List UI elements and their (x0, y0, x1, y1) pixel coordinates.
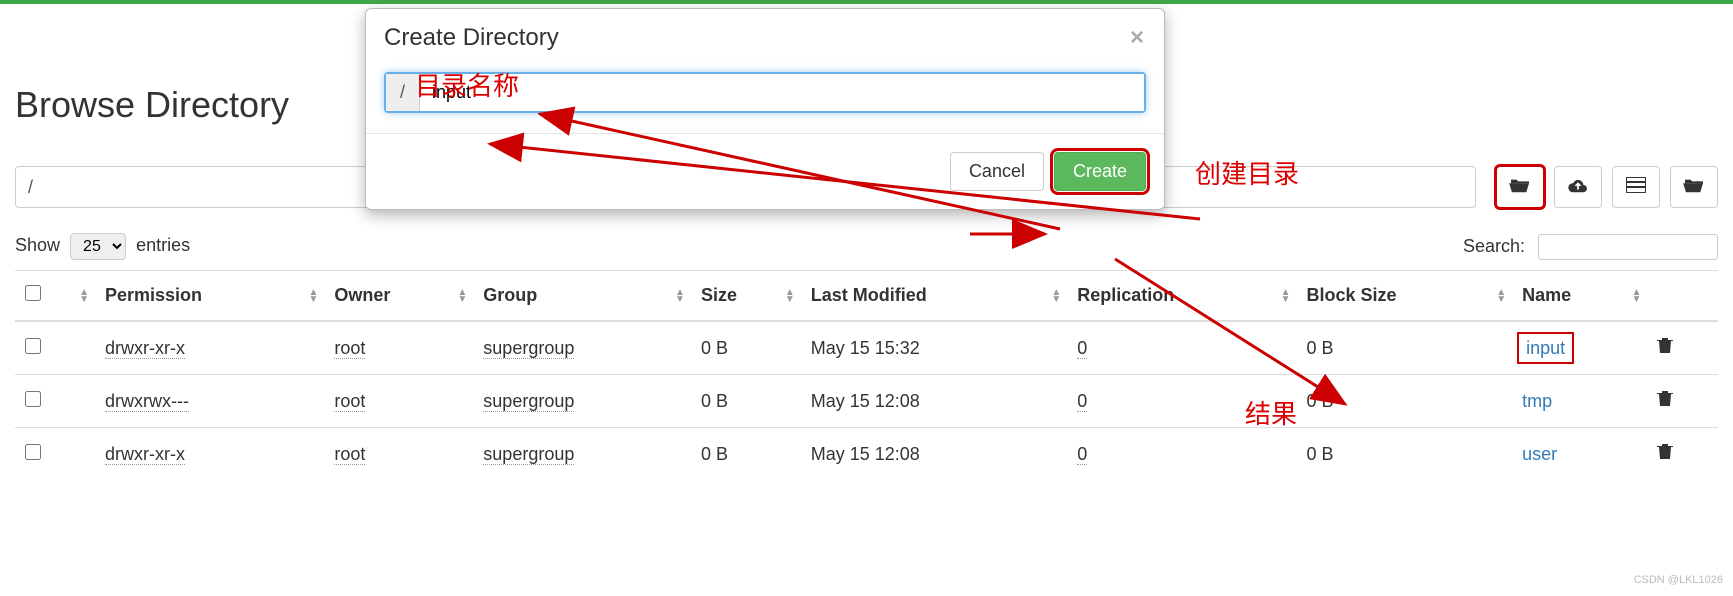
trash-icon[interactable] (1657, 443, 1673, 465)
directory-input-group: / (384, 72, 1146, 113)
modified-cell: May 15 12:08 (801, 375, 1067, 428)
sort-icon: ▲▼ (1496, 289, 1506, 303)
show-label: Show (15, 235, 60, 255)
modal-title: Create Directory (384, 24, 559, 52)
owner-cell[interactable]: root (334, 338, 365, 359)
list-icon (1626, 177, 1646, 198)
sort-icon: ▲▼ (785, 289, 795, 303)
cancel-button[interactable]: Cancel (950, 152, 1044, 191)
col-permission[interactable]: Permission▲▼ (95, 271, 324, 322)
create-button[interactable]: Create (1054, 152, 1146, 191)
folder-cut-icon: ✂ (1683, 176, 1705, 199)
size-cell: 0 B (691, 321, 801, 375)
col-size[interactable]: Size▲▼ (691, 271, 801, 322)
blocksize-cell: 0 B (1297, 375, 1513, 428)
search-label: Search: (1463, 236, 1525, 256)
folder-open-icon (1509, 176, 1531, 199)
trash-icon[interactable] (1657, 337, 1673, 359)
entries-label: entries (136, 235, 190, 255)
name-link[interactable]: input (1522, 337, 1569, 359)
col-last-modified[interactable]: Last Modified▲▼ (801, 271, 1067, 322)
col-replication[interactable]: Replication▲▼ (1067, 271, 1296, 322)
sort-icon: ▲▼ (1631, 289, 1641, 303)
table-controls: Show 25 entries Search: (0, 233, 1733, 260)
replication-cell[interactable]: 0 (1077, 391, 1087, 412)
replication-cell[interactable]: 0 (1077, 444, 1087, 465)
modal-body: / (366, 62, 1164, 133)
list-view-button[interactable] (1612, 166, 1660, 208)
name-link[interactable]: tmp (1522, 391, 1552, 411)
group-cell[interactable]: supergroup (483, 444, 574, 465)
select-all-checkbox[interactable] (25, 285, 41, 301)
modified-cell: May 15 15:32 (801, 321, 1067, 375)
group-cell[interactable]: supergroup (483, 391, 574, 412)
close-icon[interactable]: × (1130, 24, 1144, 52)
modal-header: Create Directory × (366, 9, 1164, 62)
table-body: drwxr-xr-xrootsupergroup0 BMay 15 15:320… (15, 321, 1718, 480)
table-row: drwxr-xr-xrootsupergroup0 BMay 15 12:080… (15, 428, 1718, 481)
path-prefix: / (386, 74, 420, 111)
search-control: Search: (1463, 234, 1718, 260)
replication-cell[interactable]: 0 (1077, 338, 1087, 359)
tool-buttons: ✂ (1496, 166, 1718, 208)
name-link[interactable]: user (1522, 444, 1557, 464)
upload-button[interactable] (1554, 166, 1602, 208)
blocksize-cell: 0 B (1297, 321, 1513, 375)
col-block-size[interactable]: Block Size▲▼ (1297, 271, 1513, 322)
table-row: drwxr-xr-xrootsupergroup0 BMay 15 15:320… (15, 321, 1718, 375)
cloud-upload-icon (1567, 176, 1589, 199)
owner-cell[interactable]: root (334, 391, 365, 412)
entries-select[interactable]: 25 (70, 233, 126, 260)
row-checkbox[interactable] (25, 338, 41, 354)
col-group[interactable]: Group▲▼ (473, 271, 691, 322)
watermark: CSDN @LKL1026 (1634, 574, 1723, 586)
table-row: drwxrwx---rootsupergroup0 BMay 15 12:080… (15, 375, 1718, 428)
permission-cell[interactable]: drwxrwx--- (105, 391, 189, 412)
group-cell[interactable]: supergroup (483, 338, 574, 359)
size-cell: 0 B (691, 375, 801, 428)
permission-cell[interactable]: drwxr-xr-x (105, 338, 185, 359)
create-directory-modal: Create Directory × / Cancel Create (365, 8, 1165, 210)
sort-icon: ▲▼ (675, 289, 685, 303)
trash-icon[interactable] (1657, 390, 1673, 412)
owner-cell[interactable]: root (334, 444, 365, 465)
col-owner[interactable]: Owner▲▼ (324, 271, 473, 322)
sort-icon[interactable]: ▲▼ (79, 289, 89, 303)
permission-cell[interactable]: drwxr-xr-x (105, 444, 185, 465)
modified-cell: May 15 12:08 (801, 428, 1067, 481)
col-name[interactable]: Name▲▼ (1512, 271, 1647, 322)
blocksize-cell: 0 B (1297, 428, 1513, 481)
size-cell: 0 B (691, 428, 801, 481)
entries-control: Show 25 entries (15, 233, 190, 260)
directory-name-input[interactable] (420, 74, 1144, 111)
sort-icon: ▲▼ (1281, 289, 1291, 303)
search-input[interactable] (1538, 234, 1718, 260)
cut-button[interactable]: ✂ (1670, 166, 1718, 208)
sort-icon: ▲▼ (457, 289, 467, 303)
modal-footer: Cancel Create (366, 133, 1164, 209)
row-checkbox[interactable] (25, 444, 41, 460)
new-folder-button[interactable] (1496, 166, 1544, 208)
row-checkbox[interactable] (25, 391, 41, 407)
sort-icon: ▲▼ (1051, 289, 1061, 303)
svg-text:✂: ✂ (1697, 178, 1703, 187)
file-table: ▲▼ Permission▲▼ Owner▲▼ Group▲▼ Size▲▼ L… (15, 270, 1718, 480)
sort-icon: ▲▼ (308, 289, 318, 303)
